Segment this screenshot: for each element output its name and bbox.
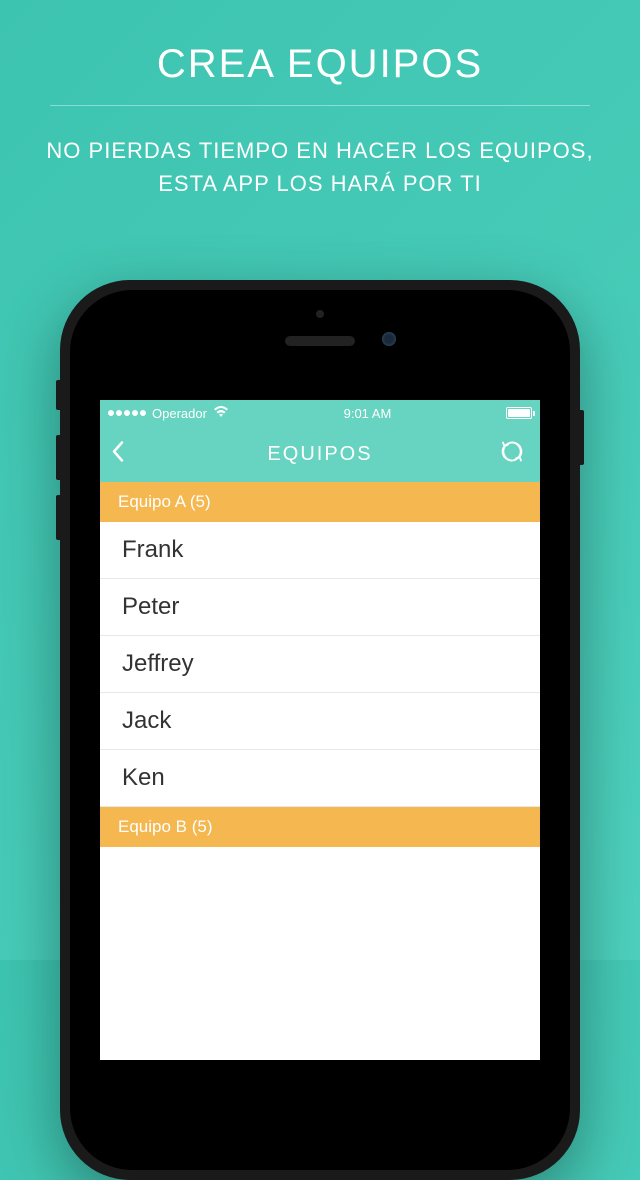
phone-volume-up bbox=[56, 435, 60, 480]
refresh-button[interactable] bbox=[498, 438, 526, 471]
promo-subtitle: NO PIERDAS TIEMPO EN HACER LOS EQUIPOS, … bbox=[0, 106, 640, 200]
section-header: Equipo B (5) bbox=[100, 807, 540, 847]
phone-mute-switch bbox=[56, 380, 60, 410]
list-item[interactable]: Peter bbox=[100, 579, 540, 636]
nav-bar: EQUIPOS bbox=[100, 426, 540, 482]
phone-volume-down bbox=[56, 495, 60, 540]
list-item[interactable]: Jeffrey bbox=[100, 636, 540, 693]
back-button[interactable] bbox=[110, 440, 126, 469]
phone-body: Operador 9:01 AM EQUIPOS bbox=[70, 290, 570, 1170]
list-item[interactable]: Jack bbox=[100, 693, 540, 750]
wifi-icon bbox=[213, 406, 229, 421]
nav-title: EQUIPOS bbox=[267, 443, 372, 466]
phone-earpiece bbox=[285, 336, 355, 346]
app-screen: Operador 9:01 AM EQUIPOS bbox=[100, 400, 540, 1060]
status-bar: Operador 9:01 AM bbox=[100, 400, 540, 426]
promo-title: CREA EQUIPOS bbox=[0, 0, 640, 105]
list-item[interactable]: Ken bbox=[100, 750, 540, 807]
phone-power-button bbox=[580, 410, 584, 465]
status-time: 9:01 AM bbox=[344, 406, 392, 421]
status-right bbox=[506, 407, 532, 419]
status-left: Operador bbox=[108, 406, 229, 421]
carrier-label: Operador bbox=[152, 406, 207, 421]
battery-icon bbox=[506, 407, 532, 419]
phone-frame: Operador 9:01 AM EQUIPOS bbox=[60, 280, 580, 1180]
phone-camera bbox=[382, 332, 396, 346]
signal-icon bbox=[108, 410, 146, 416]
section-header: Equipo A (5) bbox=[100, 482, 540, 522]
phone-sensor bbox=[316, 310, 324, 318]
list-item[interactable]: Frank bbox=[100, 522, 540, 579]
